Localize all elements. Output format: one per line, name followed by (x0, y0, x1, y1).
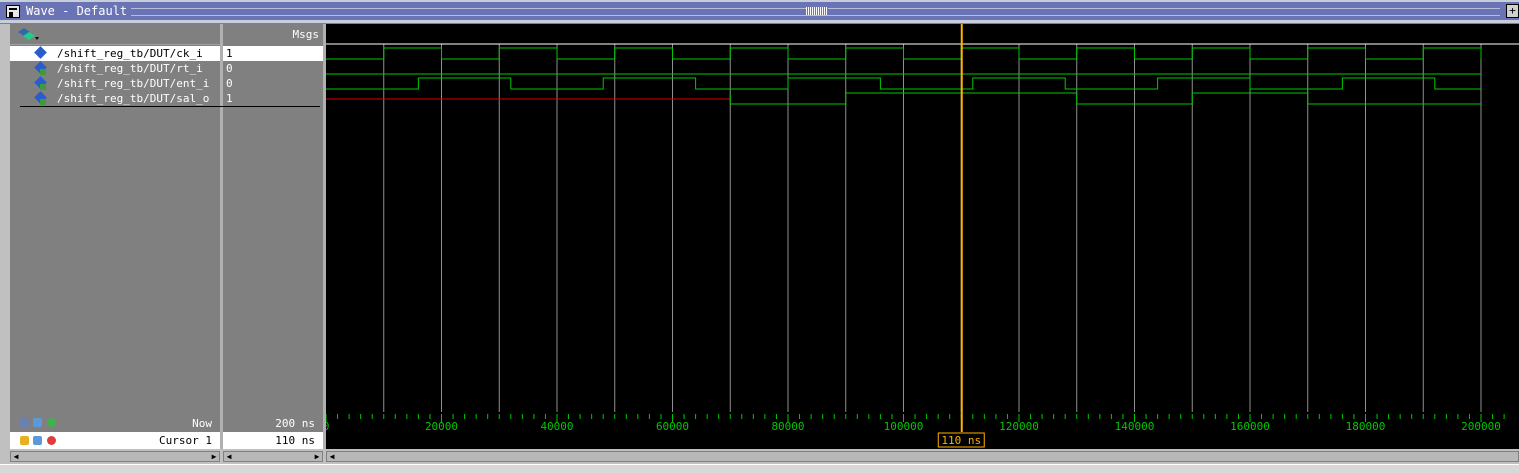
value-row: 1 (223, 46, 323, 61)
delete-cursor-icon[interactable] (47, 436, 56, 445)
drag-grip-icon[interactable] (806, 7, 828, 15)
time-ruler[interactable]: 0 20000 40000 60000 80000 100000 120000 140000 1… (323, 412, 1519, 433)
scroll-right-icon[interactable]: ▶ (209, 452, 219, 461)
signal-icon (34, 46, 47, 59)
now-label: Now (192, 417, 212, 430)
wave-hscrollbar[interactable]: ◀ (326, 451, 1519, 462)
signal-value: 0 (226, 77, 233, 90)
signal-row[interactable]: /shift_reg_tb/DUT/rt_i (10, 61, 220, 76)
signal-sub-icon (40, 99, 46, 105)
signal-row[interactable]: /shift_reg_tb/DUT/sal_o (10, 91, 220, 106)
names-header (10, 24, 220, 45)
ruler-tick-label: 80000 (771, 420, 804, 432)
cursor-value: 110 ns (275, 434, 315, 447)
signal-row[interactable]: /shift_reg_tb/DUT/ck_i (10, 46, 220, 61)
cursor-label: Cursor 1 (159, 434, 212, 447)
signal-sub-icon (40, 84, 46, 90)
scroll-left-icon[interactable]: ◀ (327, 452, 337, 461)
now-value: 200 ns (275, 417, 315, 430)
waveform-pane[interactable] (326, 24, 1519, 412)
wave-window-icon (6, 5, 20, 18)
waveform-canvas[interactable] (326, 24, 1519, 412)
signal-sub-icon (40, 69, 46, 75)
cursor-row[interactable]: Cursor 1 (10, 432, 220, 449)
signal-row[interactable]: /shift_reg_tb/DUT/ent_i (10, 76, 220, 91)
maximize-button[interactable]: + (1506, 4, 1519, 18)
cursor-value-cell: 110 ns (223, 432, 323, 449)
ruler-tick-label: 160000 (1230, 420, 1270, 432)
ruler-tick-label: 180000 (1346, 420, 1386, 432)
signal-value: 1 (226, 47, 233, 60)
signal-name: /shift_reg_tb/DUT/ent_i (57, 77, 210, 90)
values-hscrollbar[interactable]: ◀ ▶ (223, 451, 323, 462)
window-title: Wave - Default (26, 4, 132, 18)
signal-value: 1 (226, 92, 233, 105)
tools-icon[interactable] (20, 418, 29, 427)
add-cursor-icon[interactable] (47, 418, 56, 427)
signal-trace (730, 92, 1481, 105)
scrollbar-row: ◀ ▶ ◀ ▶ ◀ (0, 449, 1519, 464)
cursor-strip[interactable]: 110 ns (326, 432, 1519, 449)
cursor-tag: 110 ns (941, 434, 981, 447)
add-wave-icon[interactable] (18, 26, 40, 42)
now-row: Now (10, 412, 220, 432)
scroll-right-icon[interactable]: ▶ (312, 452, 322, 461)
ruler-tick-label: 0 (326, 420, 329, 432)
insert-marker-line (20, 106, 320, 107)
msgs-label: Msgs (292, 28, 320, 41)
window-icon[interactable] (33, 418, 42, 427)
ruler-tick-label: 140000 (1115, 420, 1155, 432)
cursor-strip-canvas: 110 ns (937, 432, 985, 448)
names-hscrollbar[interactable]: ◀ ▶ (10, 451, 220, 462)
value-row: 0 (223, 76, 323, 91)
value-row: 0 (223, 61, 323, 76)
ruler-tick-label: 40000 (540, 420, 573, 432)
values-header: Msgs (223, 24, 323, 44)
scroll-left-icon[interactable]: ◀ (224, 452, 234, 461)
time-ruler-canvas: 0 20000 40000 60000 80000 100000 120000 140000 1… (323, 412, 1505, 433)
ruler-tick-label: 100000 (884, 420, 924, 432)
signal-name: /shift_reg_tb/DUT/rt_i (57, 62, 203, 75)
left-edge (0, 24, 10, 449)
signal-name: /shift_reg_tb/DUT/sal_o (57, 92, 210, 105)
now-value-cell: 200 ns (223, 412, 323, 432)
signal-trace (326, 47, 1482, 60)
ruler-tick-label: 120000 (999, 420, 1039, 432)
lock-icon[interactable] (20, 436, 29, 445)
signal-value: 0 (226, 62, 233, 75)
value-row: 1 (223, 91, 323, 106)
cursor-tool-icon[interactable] (33, 436, 42, 445)
ruler-tick-label: 20000 (425, 420, 458, 432)
ruler-tick-label: 200000 (1461, 420, 1501, 432)
scroll-left-icon[interactable]: ◀ (11, 452, 21, 461)
ruler-tick-label: 60000 (656, 420, 689, 432)
title-bar[interactable]: Wave - Default + (0, 0, 1519, 24)
signal-name: /shift_reg_tb/DUT/ck_i (57, 47, 203, 60)
